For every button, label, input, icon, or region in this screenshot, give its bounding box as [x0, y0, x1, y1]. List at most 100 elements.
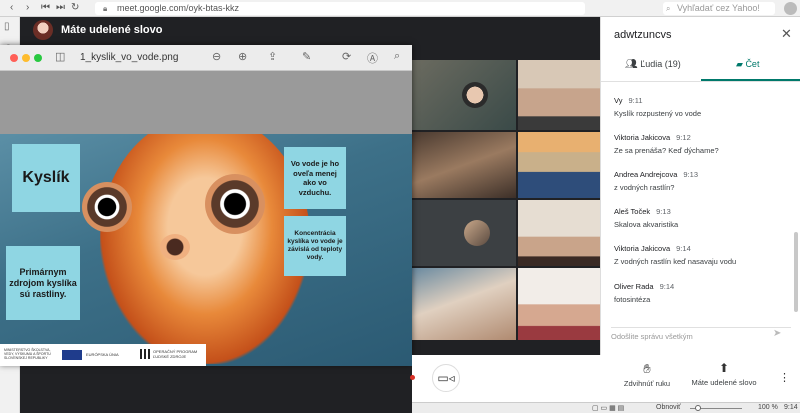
participant-avatar: [464, 220, 490, 246]
message-text: Skalova akvaristika: [614, 220, 679, 229]
search-icon: ⌕: [666, 4, 671, 13]
preview-titlebar: ◫ 1_kyslik_vo_vode.png ⊖ ⊕ ⇪ ✎ ⟳ Ⓐ ⌕: [0, 45, 412, 71]
tab-chat[interactable]: ▰ Čet: [736, 59, 759, 81]
message-time: 9:14: [659, 282, 675, 291]
search-icon[interactable]: ⌕: [394, 50, 400, 63]
browser-toolbar: ‹ › ⏮ ⏭ ↻ 🔒︎ meet.google.com/oyk-btas-kk…: [0, 0, 800, 17]
rotate-icon[interactable]: ⟳: [342, 50, 351, 63]
back-icon[interactable]: ‹: [10, 2, 13, 13]
raise-hand-button[interactable]: ✋︎ Zdvihnúť ruku: [617, 361, 677, 388]
slide-image: Kyslík Primárnym zdrojom kyslíka sú rast…: [0, 134, 412, 366]
eu-flag-icon: [62, 350, 82, 360]
video-tile[interactable]: [518, 60, 600, 130]
meet-header: Máte udelené slovo: [20, 17, 600, 45]
url-bar[interactable]: 🔒︎ meet.google.com/oyk-btas-kkz: [95, 2, 585, 15]
minimize-window-icon[interactable]: [22, 54, 30, 62]
chat-message: Vy 9:11 Kyslík rozpustený vo vode: [614, 96, 701, 118]
account-icon[interactable]: [784, 2, 797, 15]
video-grid: [412, 60, 600, 340]
more-options-icon[interactable]: ⋮: [779, 371, 790, 384]
people-icon: 👥︎: [625, 59, 638, 70]
video-tile[interactable]: [412, 200, 516, 266]
video-tile[interactable]: [518, 132, 600, 198]
slide-right-bottom-text: Koncentrácia kyslíka vo vode je závislá …: [284, 216, 346, 276]
status-icons: ▢ ▭ ▦ ▤: [592, 405, 625, 412]
bookmark-icon[interactable]: ▯: [4, 21, 10, 32]
last-icon[interactable]: ⏭: [56, 2, 65, 13]
slide-footer: MINISTERSTVO ŠKOLSTVA, VEDY, VÝSKUMU A Š…: [0, 344, 206, 366]
tab-people[interactable]: 👥︎ Ľudia (19): [625, 59, 681, 81]
sidebar-toggle-icon[interactable]: ◫: [55, 50, 65, 63]
message-text: z vodných rastlín?: [614, 183, 675, 192]
camera-toggle-button[interactable]: ▭◃: [432, 364, 460, 392]
video-tile[interactable]: [518, 200, 600, 266]
reload-icon[interactable]: ↻: [71, 2, 79, 13]
raise-hand-label: Zdvihnúť ruku: [623, 379, 671, 388]
chat-message: Viktoria Jakicova 9:12 Ze sa prenáša? Keď…: [614, 133, 719, 155]
footer-op: OPERAČNÝ PROGRAM ĽUDSKÉ ZDROJE: [153, 349, 198, 359]
send-icon[interactable]: ➤: [773, 328, 781, 339]
chat-message: Andrea Andrejcova 9:13 z vodných rastlín?: [614, 170, 698, 192]
meeting-code: adwtzuncvs: [614, 29, 672, 41]
message-text: fotosintéza: [614, 295, 651, 304]
chat-message: Aleš Toček 9:13 Skalova akvaristika: [614, 207, 678, 229]
fish-eye-left: [82, 182, 132, 232]
message-sender: Viktoria Jakicova: [614, 133, 671, 142]
reload-label[interactable]: Obnoviť: [656, 404, 681, 411]
zoom-slider-thumb[interactable]: [695, 405, 701, 411]
present-icon: ⬆︎: [718, 361, 730, 375]
present-label: Máte udelené slovo: [691, 378, 757, 387]
avatar: [33, 20, 53, 40]
footer-ministry: MINISTERSTVO ŠKOLSTVA, VEDY, VÝSKUMU A Š…: [4, 348, 51, 360]
chat-message: Viktoria Jakicova 9:14 Z vodných rastlín …: [614, 244, 736, 266]
video-tile[interactable]: [412, 60, 516, 130]
chat-input-placeholder: Odošlite správu všetkým: [611, 332, 693, 341]
chat-message: Oliver Rada 9:14 fotosintéza: [614, 282, 674, 304]
fish-eye-right: [205, 174, 265, 234]
op-logo-icon: [140, 349, 150, 359]
slide-left-text: Primárnym zdrojom kyslíka sú rastliny.: [6, 246, 80, 320]
preview-filename: 1_kyslik_vo_vode.png: [80, 52, 179, 63]
url-text: meet.google.com/oyk-btas-kkz: [117, 3, 240, 13]
chat-panel: adwtzuncvs ✕ 👥︎ Ľudia (19) ▰ Čet Vy 9:11 …: [600, 17, 800, 355]
video-tile[interactable]: [412, 132, 516, 198]
close-icon[interactable]: ✕: [781, 26, 792, 42]
zoom-window-icon[interactable]: [34, 54, 42, 62]
chat-icon: ▰: [736, 59, 743, 69]
preview-window: ◫ 1_kyslik_vo_vode.png ⊖ ⊕ ⇪ ✎ ⟳ Ⓐ ⌕ Kys…: [0, 45, 412, 366]
chat-message-input[interactable]: Odošlite správu všetkým: [611, 327, 791, 345]
message-time: 9:14: [676, 244, 691, 253]
first-icon[interactable]: ⏮: [41, 2, 50, 13]
message-time: 9:12: [676, 133, 691, 142]
message-text: Z vodných rastlín keď nasavaju vodu: [614, 257, 737, 266]
annotate-icon[interactable]: Ⓐ: [367, 50, 378, 66]
chat-scrollbar[interactable]: [794, 232, 798, 312]
tab-people-label: Ľudia (19): [640, 59, 681, 69]
zoom-level: 100 %: [758, 404, 778, 411]
markup-icon[interactable]: ✎: [302, 50, 311, 63]
message-time: 9:13: [683, 170, 698, 179]
message-sender: Viktoria Jakicova: [614, 244, 671, 253]
message-time: 9:11: [628, 96, 643, 105]
message-text: Ze sa prenáša? Keď dýchame?: [614, 146, 719, 155]
browser-status-bar: ▢ ▭ ▦ ▤ Obnoviť 100 % 9:14: [412, 402, 800, 413]
clock: 9:14: [784, 404, 798, 411]
search-placeholder: Vyhľadať cez Yahoo!: [677, 3, 760, 13]
search-input[interactable]: ⌕ Vyhľadať cez Yahoo!: [663, 2, 775, 15]
zoom-out-icon[interactable]: ⊖: [212, 50, 221, 63]
hand-icon: ✋︎: [643, 361, 651, 376]
zoom-in-icon[interactable]: ⊕: [238, 50, 247, 63]
forward-icon[interactable]: ›: [26, 2, 29, 13]
present-button[interactable]: ⬆︎ Máte udelené slovo: [684, 361, 764, 387]
close-window-icon[interactable]: [10, 54, 18, 62]
message-text: Kyslík rozpustený vo vode: [614, 109, 702, 118]
video-tile[interactable]: [518, 268, 600, 340]
share-icon[interactable]: ⇪: [268, 50, 277, 63]
camera-icon: ▭◃: [437, 371, 455, 385]
video-tile[interactable]: [412, 268, 516, 340]
lock-icon: 🔒︎: [103, 4, 108, 13]
message-sender: Andrea Andrejcova: [614, 170, 678, 179]
divider: [601, 81, 800, 82]
meet-controls: ▭◃ ✋︎ Zdvihnúť ruku ⬆︎ Máte udelené slov…: [410, 355, 800, 402]
message-sender: Aleš Toček: [614, 207, 651, 216]
